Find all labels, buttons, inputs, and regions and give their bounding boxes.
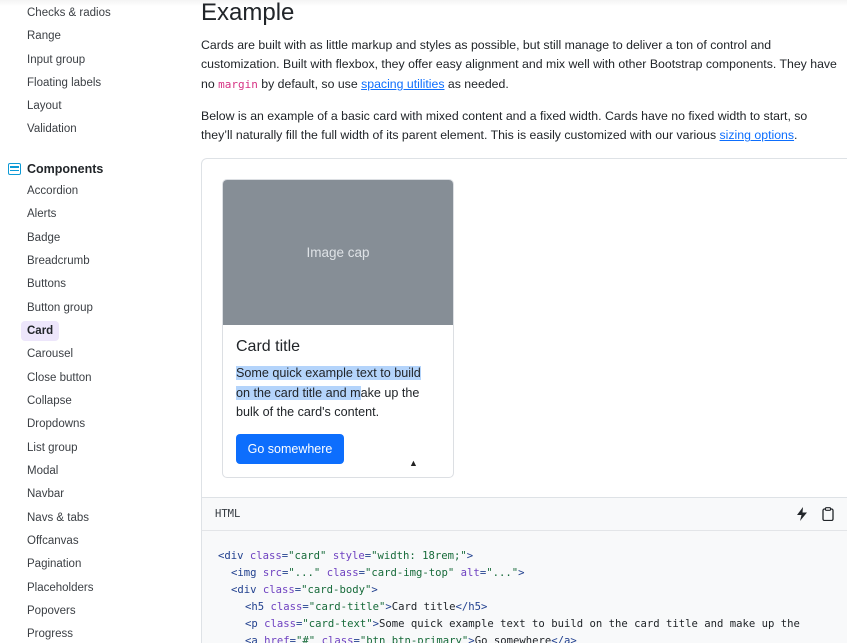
card-text: Some quick example text to build on the c… xyxy=(236,364,444,423)
example-preview: Image cap Card title Some quick example … xyxy=(201,158,847,498)
sidebar-section-components: Components xyxy=(8,162,103,176)
sidebar-item-alerts[interactable]: Alerts xyxy=(27,207,56,221)
sidebar-item-card[interactable]: Card xyxy=(21,321,60,341)
card-text-line3: bulk of the card's content. xyxy=(236,405,380,419)
sidebar-item-badge[interactable]: Badge xyxy=(27,231,60,245)
code-line: <img src="..." class="card-img-top" alt=… xyxy=(231,567,525,579)
code-header: HTML xyxy=(201,497,847,531)
clipboard-icon[interactable] xyxy=(821,507,835,521)
sidebar-item-button-group[interactable]: Button group xyxy=(27,301,93,315)
intro-paragraph: Cards are built with as little markup an… xyxy=(201,36,841,94)
example-text-end: . xyxy=(794,128,798,143)
sidebar-item-carousel[interactable]: Carousel xyxy=(27,347,73,361)
sidebar-section-title: Components xyxy=(27,162,104,176)
code-line: <a href="#" class="btn btn-primary">Go s… xyxy=(245,635,577,643)
example-text-line1: Below is an example of a basic card with… xyxy=(201,109,808,123)
sizing-options-link[interactable]: sizing options xyxy=(720,128,795,142)
sidebar-item-offcanvas[interactable]: Offcanvas xyxy=(27,534,79,548)
code-line: <div class="card-body"> xyxy=(231,584,378,596)
card-image-cap: Image cap xyxy=(223,180,453,325)
sidebar-item-progress[interactable]: Progress xyxy=(27,627,73,641)
code-snippet: <div class="card" style="width: 18rem;">… xyxy=(201,531,847,643)
sidebar-item-floating-labels[interactable]: Floating labels xyxy=(27,76,101,90)
sidebar-item-validation[interactable]: Validation xyxy=(27,122,77,136)
sidebar-item-close-button[interactable]: Close button xyxy=(27,371,92,385)
sidebar-item-range[interactable]: Range xyxy=(27,29,61,43)
sidebar-item-list-group[interactable]: List group xyxy=(27,441,78,455)
sidebar-item-buttons[interactable]: Buttons xyxy=(27,277,66,291)
card-text-rest: ake up the xyxy=(360,385,420,400)
example-text-line2: they’ll naturally fill the full width of… xyxy=(201,128,720,143)
sidebar-item-dropdowns[interactable]: Dropdowns xyxy=(27,417,85,431)
intro-text-3: as needed. xyxy=(444,76,509,91)
lightning-icon[interactable] xyxy=(795,507,809,521)
spacing-utilities-link[interactable]: spacing utilities xyxy=(361,77,444,91)
main-content: Example Cards are built with as little m… xyxy=(201,0,847,643)
margin-code: margin xyxy=(218,77,258,91)
components-icon xyxy=(8,163,21,175)
image-cap-label: Image cap xyxy=(306,245,370,260)
example-card: Image cap Card title Some quick example … xyxy=(222,179,454,478)
sidebar-item-accordion[interactable]: Accordion xyxy=(27,184,78,198)
example-paragraph: Below is an example of a basic card with… xyxy=(201,107,847,146)
code-line: <h5 class="card-title">Card title</h5> xyxy=(245,601,488,613)
sidebar-item-collapse[interactable]: Collapse xyxy=(27,394,72,408)
sidebar-item-layout[interactable]: Layout xyxy=(27,99,62,113)
mouse-cursor-icon: ▲ xyxy=(409,458,418,468)
code-line: <p class="card-text">Some quick example … xyxy=(245,618,800,630)
sidebar-item-breadcrumb[interactable]: Breadcrumb xyxy=(27,254,90,268)
intro-text-2: by default, so use xyxy=(257,76,362,91)
card-title: Card title xyxy=(236,338,301,355)
sidebar-item-checks-radios[interactable]: Checks & radios xyxy=(27,6,111,20)
sidebar-item-popovers[interactable]: Popovers xyxy=(27,604,76,618)
selected-text-2: on the card title and m xyxy=(236,385,361,400)
sidebar-item-modal[interactable]: Modal xyxy=(27,464,58,478)
section-heading-example: Example xyxy=(201,0,295,26)
sidebar-item-pagination[interactable]: Pagination xyxy=(27,557,81,571)
code-language-label: HTML xyxy=(215,508,241,520)
code-line: <div class="card" style="width: 18rem;"> xyxy=(218,550,474,562)
selected-text-1: Some quick example text to build xyxy=(236,366,421,380)
sidebar-item-input-group[interactable]: Input group xyxy=(27,53,85,67)
go-somewhere-button[interactable]: Go somewhere xyxy=(236,434,344,464)
sidebar-item-navs-tabs[interactable]: Navs & tabs xyxy=(27,511,89,525)
sidebar-item-placeholders[interactable]: Placeholders xyxy=(27,581,93,595)
sidebar-item-navbar[interactable]: Navbar xyxy=(27,487,64,501)
docs-sidebar: Checks & radios Range Input group Floati… xyxy=(0,0,190,643)
